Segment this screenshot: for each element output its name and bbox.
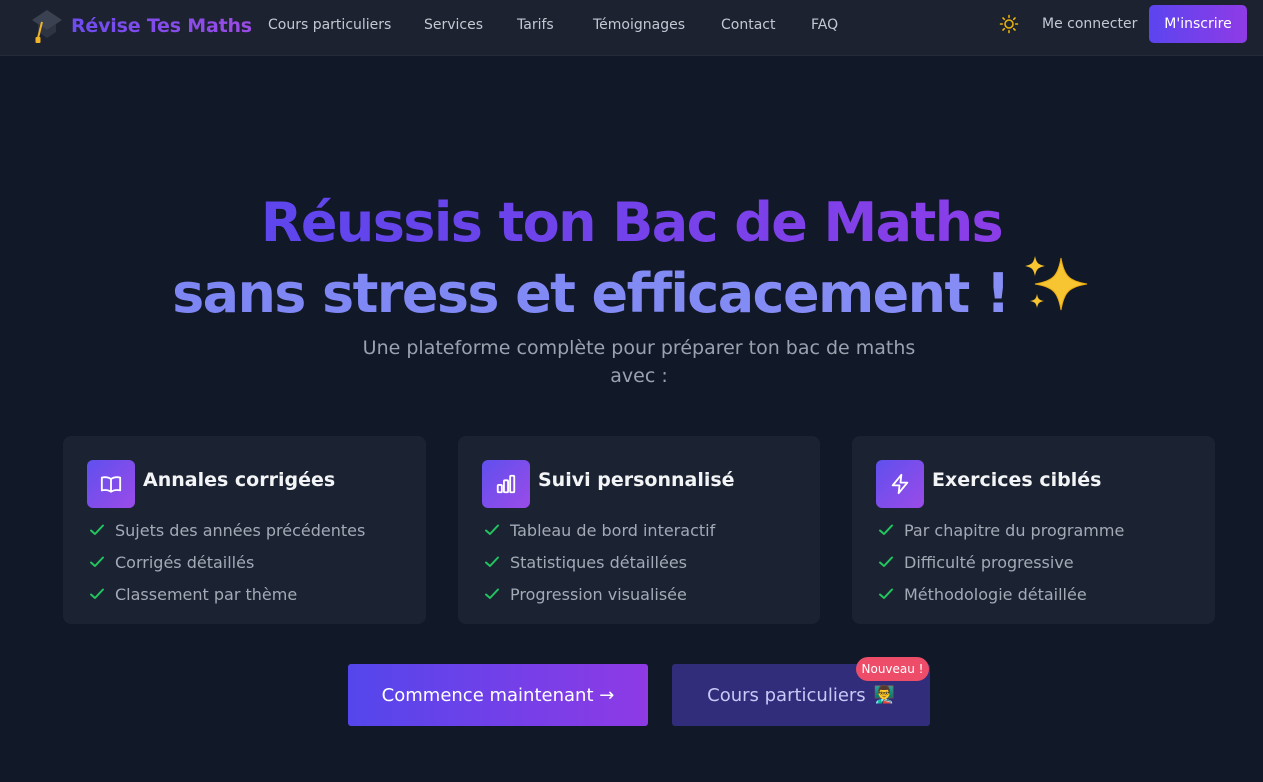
sparkles-icon [1021, 254, 1091, 330]
feature-item-label: Tableau de bord interactif [510, 520, 716, 540]
feature-item-label: Par chapitre du programme [904, 520, 1125, 540]
feature-list: Par chapitre du programme Difficulté pro… [878, 514, 1124, 610]
feature-item-label: Difficulté progressive [904, 552, 1074, 572]
check-icon [485, 556, 499, 567]
hero-title-line1-text: Réussis ton Bac de Maths [260, 191, 1004, 254]
feature-item: Sujets des années précédentes [89, 514, 365, 546]
hero-title-line1: Réussis ton Bac de Maths [0, 193, 1263, 253]
nav-link-temoignages[interactable]: Témoignages [593, 17, 685, 33]
check-icon [90, 524, 104, 535]
signup-button[interactable]: M'inscrire [1149, 5, 1247, 43]
feature-item-label: Progression visualisée [510, 584, 687, 604]
feature-list: Sujets des années précédentes Corrigés d… [89, 514, 365, 610]
nav-link-cours-particuliers[interactable]: Cours particuliers [268, 17, 391, 33]
feature-title: Suivi personnalisé [538, 469, 735, 491]
login-link[interactable]: Me connecter [1042, 16, 1137, 32]
feature-item-label: Statistiques détaillées [510, 552, 688, 572]
navbar: Révise Tes Maths Cours particuliers Serv… [0, 0, 1263, 56]
feature-card-exercices: Exercices ciblés Par chapitre du program… [852, 436, 1215, 624]
hero-title-line2-text: sans stress et efficacement ! [172, 262, 1010, 325]
feature-item-label: Corrigés détaillés [115, 552, 255, 572]
check-icon [90, 556, 104, 567]
feature-item: Classement par thème [89, 578, 365, 610]
feature-title: Exercices ciblés [932, 469, 1102, 491]
feature-item: Méthodologie détaillée [878, 578, 1124, 610]
book-open-icon [87, 460, 135, 508]
feature-card-suivi: Suivi personnalisé Tableau de bord inter… [458, 436, 820, 624]
nav-link-tarifs[interactable]: Tarifs [517, 17, 554, 33]
start-now-button[interactable]: Commence maintenant → [348, 664, 648, 726]
sun-icon[interactable] [999, 14, 1019, 34]
feature-item-label: Classement par thème [115, 584, 298, 604]
nav-link-contact[interactable]: Contact [721, 17, 775, 33]
feature-title: Annales corrigées [143, 469, 336, 491]
feature-item: Statistiques détaillées [484, 546, 715, 578]
feature-item-label: Méthodologie détaillée [904, 584, 1087, 604]
teacher-icon: 👨‍🏫 [873, 685, 895, 705]
check-icon [485, 524, 499, 535]
brand-name: Révise Tes Maths [71, 15, 252, 37]
check-icon [879, 524, 893, 535]
new-badge: Nouveau ! [856, 657, 929, 681]
graduation-cap-icon [32, 10, 62, 43]
feature-item: Tableau de bord interactif [484, 514, 715, 546]
feature-item: Corrigés détaillés [89, 546, 365, 578]
feature-card-annales: Annales corrigées Sujets des années préc… [63, 436, 426, 624]
check-icon [879, 556, 893, 567]
hero-subtitle: Une plateforme complète pour préparer to… [362, 337, 916, 387]
nav-link-faq[interactable]: FAQ [811, 17, 838, 33]
lightning-icon [876, 460, 924, 508]
hero-title-line2: sans stress et efficacement ! [0, 254, 1263, 330]
feature-item: Difficulté progressive [878, 546, 1124, 578]
feature-item: Progression visualisée [484, 578, 715, 610]
nav-link-services[interactable]: Services [424, 17, 483, 33]
check-icon [485, 588, 499, 599]
feature-item: Par chapitre du programme [878, 514, 1124, 546]
brand-logo-link[interactable]: Révise Tes Maths [30, 8, 252, 44]
feature-item-label: Sujets des années précédentes [115, 520, 366, 540]
check-icon [879, 588, 893, 599]
bar-chart-icon [482, 460, 530, 508]
feature-list: Tableau de bord interactif Statistiques … [484, 514, 715, 610]
private-lessons-label: Cours particuliers [707, 684, 866, 706]
check-icon [90, 588, 104, 599]
